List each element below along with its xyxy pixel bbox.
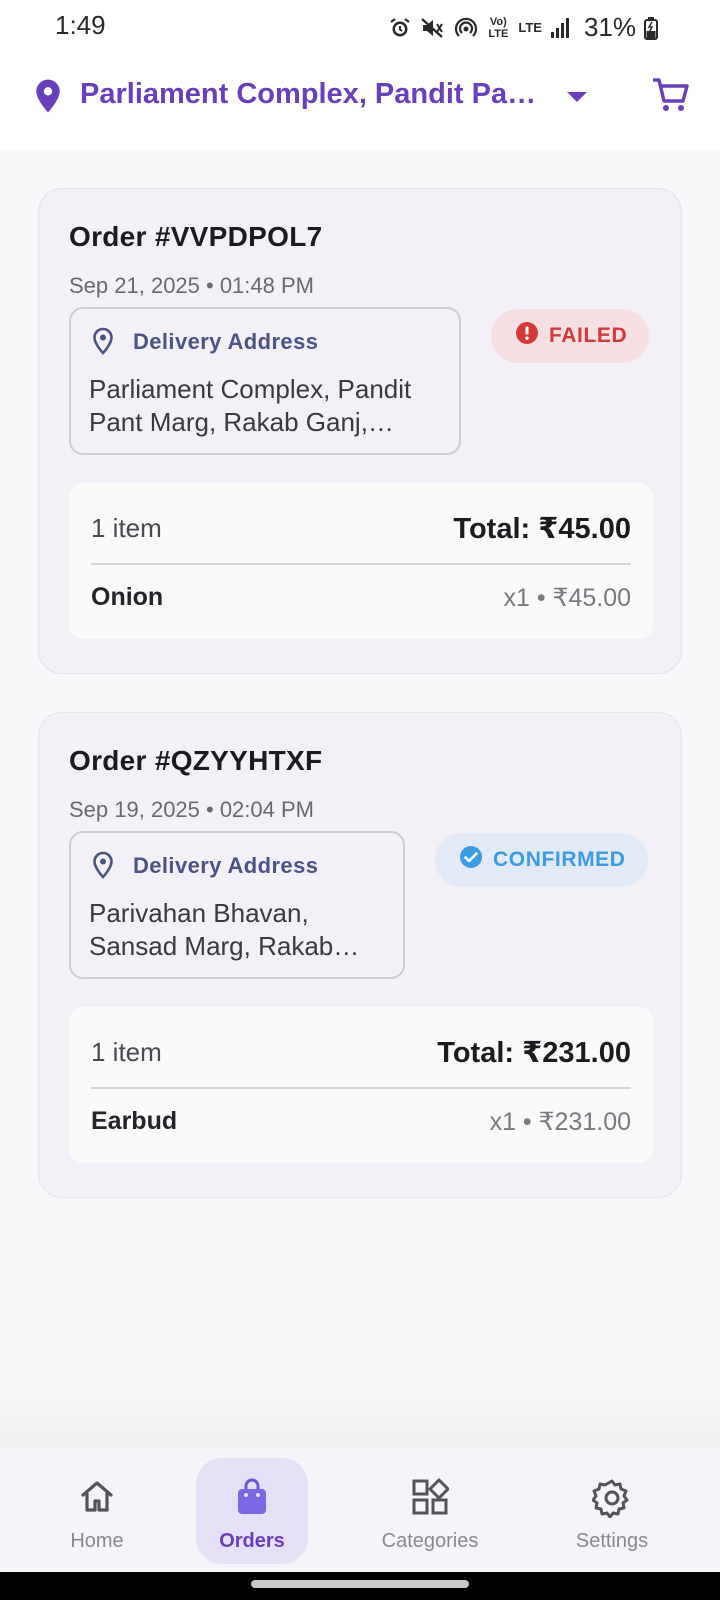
divider [91,563,631,565]
nav-label: Categories [381,1530,479,1552]
signal-icon [550,16,572,40]
error-icon [515,321,539,351]
location-selector[interactable]: Parliament Complex, Pandit Pant Marg, Ra… [80,78,550,111]
order-summary: 1 item Total: ₹231.00 Earbud x1 • ₹231.0… [69,1007,653,1163]
cart-icon[interactable] [650,74,692,121]
delivery-address-box: Delivery Address Parivahan Bhavan, Sansa… [69,831,405,979]
nav-item-home[interactable]: Home [27,1456,167,1564]
item-qty-price: x1 • ₹45.00 [503,584,631,612]
address-text: Parliament Complex, Pandit Pant Marg, Ra… [89,374,412,437]
divider [91,1087,631,1089]
categories-icon [411,1478,450,1521]
home-icon [78,1478,116,1521]
battery-icon [644,16,658,40]
status-bar: 1:49 Vo) LTE LTE 31% [0,0,720,52]
order-date: Sep 19, 2025 • 02:04 PM [69,797,314,822]
nav-label: Orders [219,1530,285,1552]
order-total: Total: ₹45.00 [453,513,631,545]
address-label: Delivery Address [133,853,319,878]
status-text: FAILED [549,324,628,347]
volte-icon: Vo) LTE [488,15,509,40]
lte-icon: LTE [518,19,542,35]
nav-item-settings[interactable]: Settings [542,1456,682,1564]
address-pin-icon [91,327,115,360]
shopping-bag-icon [234,1478,270,1521]
status-text: CONFIRMED [493,848,626,871]
nav-item-categories[interactable]: Categories [360,1456,500,1564]
address-pin-icon [91,851,115,884]
bottom-nav: Home Orders Categories Settings [0,1448,720,1572]
order-card[interactable]: Order #VVPDPOL7 Sep 21, 2025 • 01:48 PM … [38,188,682,674]
mute-icon [420,16,446,40]
hotspot-icon [454,16,478,40]
item-name: Onion [91,583,164,611]
nav-label: Settings [575,1530,649,1552]
order-total: Total: ₹231.00 [437,1037,631,1069]
location-pin-icon [34,78,62,119]
orders-list: Order #VVPDPOL7 Sep 21, 2025 • 01:48 PM … [0,150,720,1448]
order-summary: 1 item Total: ₹45.00 Onion x1 • ₹45.00 [69,483,653,639]
address-label: Delivery Address [133,329,319,354]
order-card[interactable]: Order #QZYYHTXF Sep 19, 2025 • 02:04 PM … [38,712,682,1198]
check-circle-icon [459,845,483,875]
status-time: 1:49 [55,10,106,40]
item-count: 1 item [91,1037,162,1067]
nav-item-orders[interactable]: Orders [182,1456,322,1564]
nav-shadow [0,1380,720,1448]
item-count: 1 item [91,513,162,543]
status-icons: Vo) LTE LTE 31% [388,12,658,43]
home-gesture-handle[interactable] [251,1580,469,1588]
item-name: Earbud [91,1107,178,1135]
order-title: Order #QZYYHTXF [69,745,323,776]
nav-label: Home [70,1530,124,1552]
app-bar: Parliament Complex, Pandit Pant Marg, Ra… [0,52,720,150]
address-text: Parivahan Bhavan, Sansad Marg, Rakab Gan… [89,898,334,961]
item-qty-price: x1 • ₹231.00 [489,1108,631,1136]
status-badge: CONFIRMED [435,833,648,887]
delivery-address-box: Delivery Address Parliament Complex, Pan… [69,307,461,455]
battery-level: 31% [583,12,636,42]
gesture-bar [0,1572,720,1600]
caret-down-icon[interactable] [565,90,589,109]
alarm-icon [388,16,412,40]
status-badge: FAILED [491,309,650,363]
gear-icon [591,1478,632,1523]
order-title: Order #VVPDPOL7 [69,221,323,252]
order-date: Sep 21, 2025 • 01:48 PM [69,273,314,298]
